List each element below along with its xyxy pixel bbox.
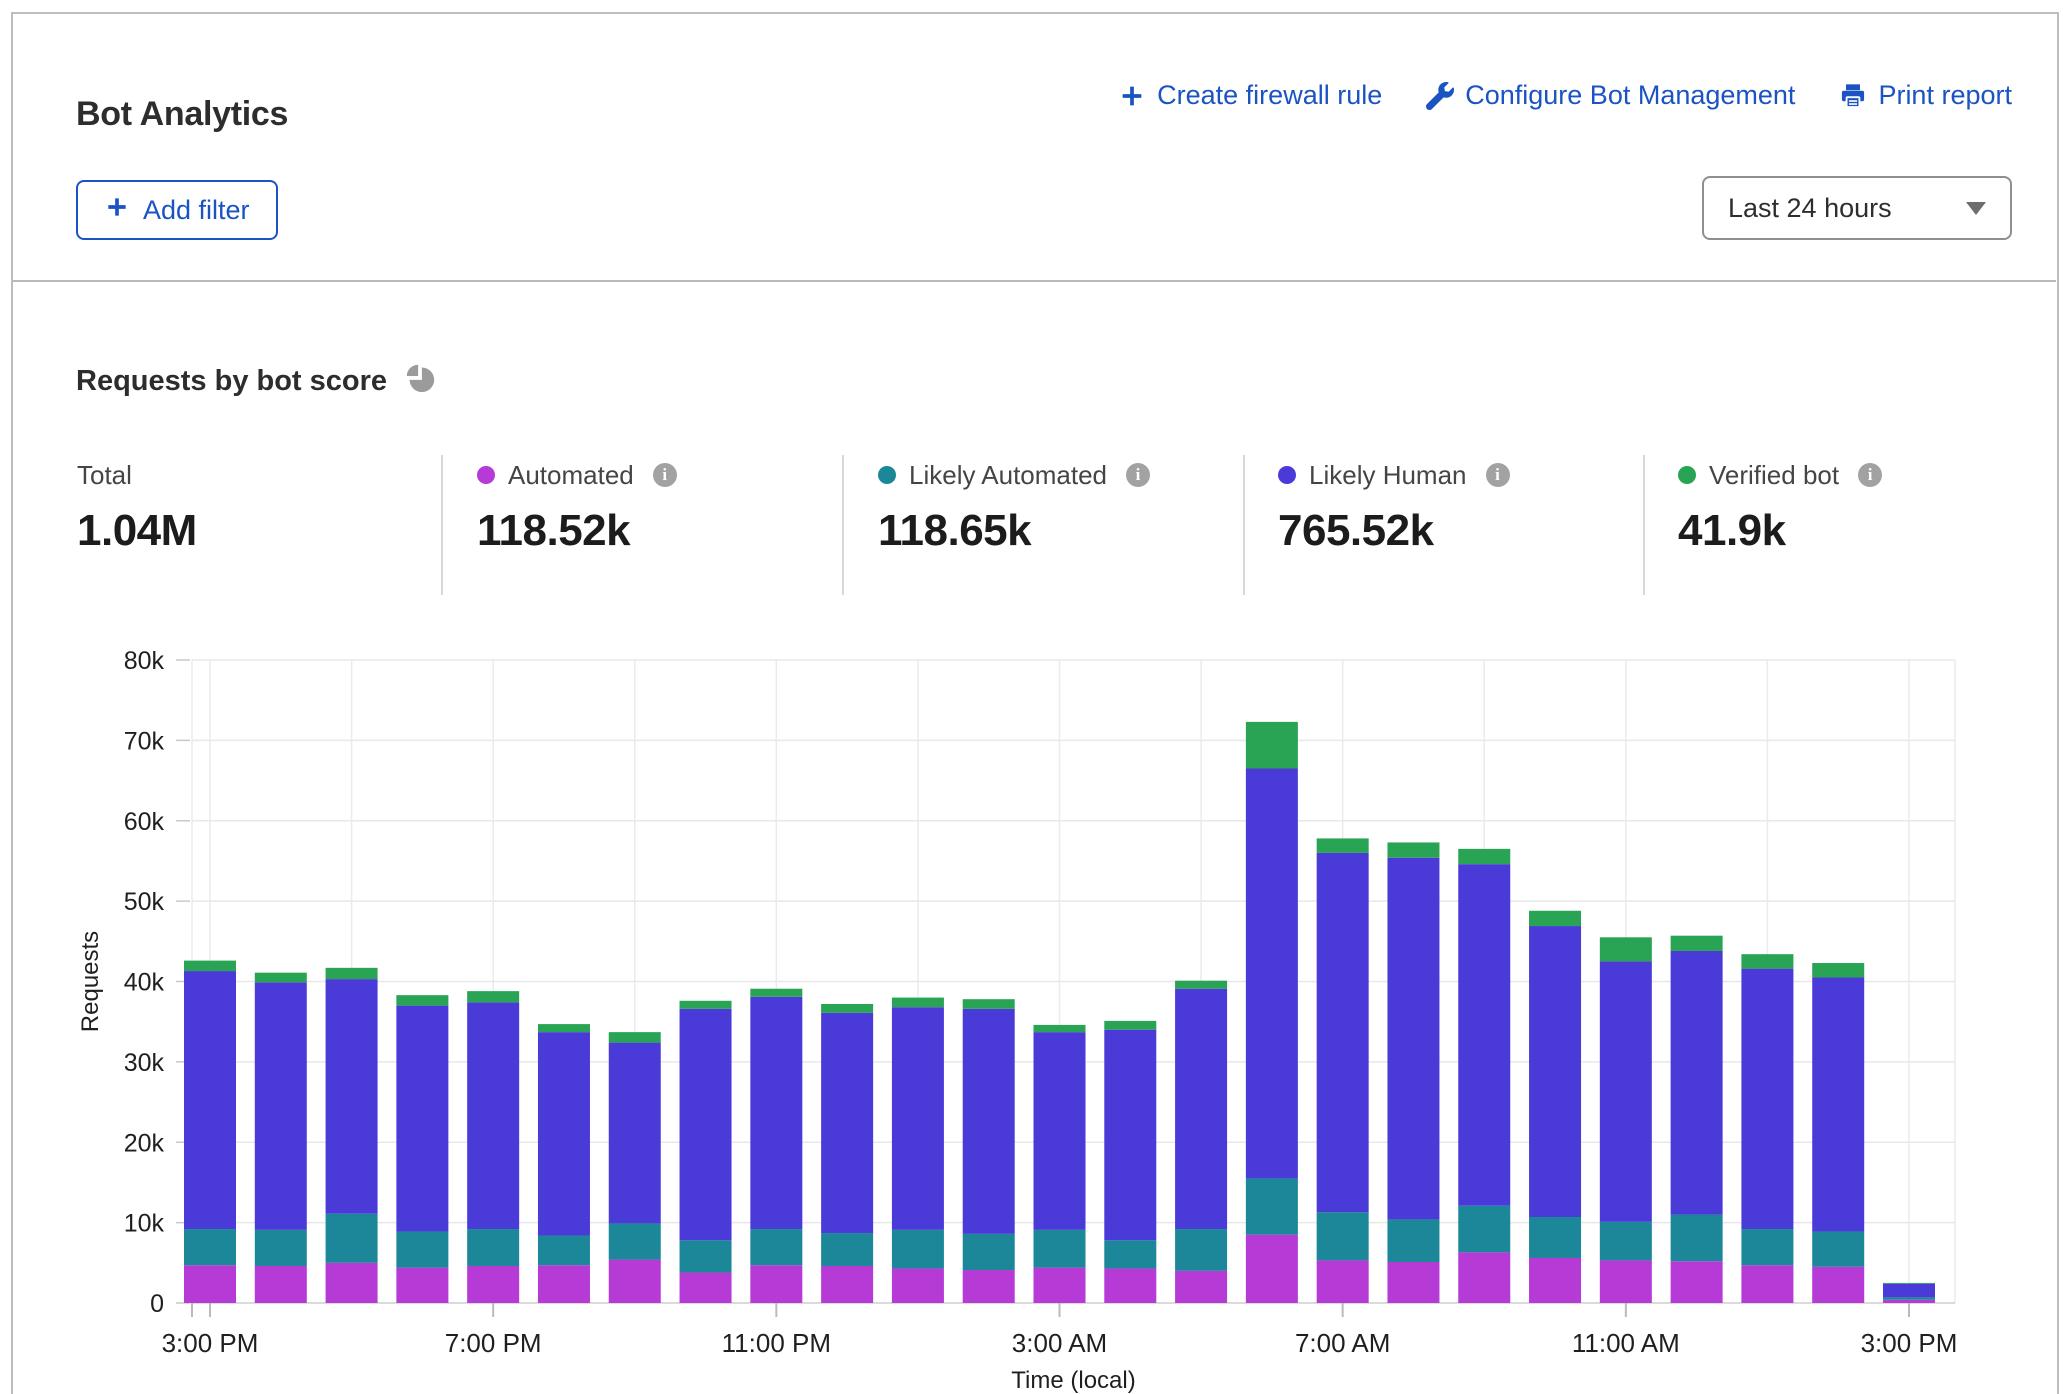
svg-text:7:00 PM: 7:00 PM xyxy=(445,1328,542,1358)
stat-divider xyxy=(1243,455,1245,595)
info-icon[interactable]: i xyxy=(1486,463,1510,487)
stat-verified-bot-value: 41.9k xyxy=(1678,506,2038,556)
svg-text:50k: 50k xyxy=(124,888,165,916)
configure-bot-management-label: Configure Bot Management xyxy=(1465,80,1795,111)
print-report-label: Print report xyxy=(1878,80,2012,111)
svg-text:11:00 AM: 11:00 AM xyxy=(1572,1328,1680,1358)
create-firewall-rule-label: Create firewall rule xyxy=(1157,80,1382,111)
stat-automated-label: Automated xyxy=(508,460,634,491)
add-filter-button[interactable]: Add filter xyxy=(76,180,278,240)
svg-text:3:00 PM: 3:00 PM xyxy=(1861,1328,1958,1358)
time-range-value: Last 24 hours xyxy=(1728,193,1892,224)
pie-chart-icon xyxy=(403,360,437,402)
bot-score-chart[interactable]: 0 10k 20k 30k 40k 50k 60k 70k 80k 3:00 PM 7:00 PM 1… xyxy=(0,620,2070,1394)
stat-likely-automated-value: 118.65k xyxy=(878,506,1238,556)
plus-icon xyxy=(104,194,130,227)
configure-bot-management-link[interactable]: Configure Bot Management xyxy=(1426,80,1795,111)
svg-text:80k: 80k xyxy=(124,647,165,675)
svg-text:3:00 AM: 3:00 AM xyxy=(1012,1328,1107,1358)
stat-likely-human: Likely Human i 765.52k xyxy=(1278,458,1638,556)
stat-divider xyxy=(441,455,443,595)
svg-text:20k: 20k xyxy=(124,1129,165,1157)
likely-automated-dot xyxy=(878,466,896,484)
stat-automated: Automated i 118.52k xyxy=(477,458,837,556)
page-title: Bot Analytics xyxy=(76,95,288,134)
plus-icon xyxy=(1118,82,1146,110)
stat-likely-automated: Likely Automated i 118.65k xyxy=(878,458,1238,556)
stat-divider xyxy=(842,455,844,595)
add-filter-label: Add filter xyxy=(143,195,250,226)
svg-text:60k: 60k xyxy=(124,808,165,836)
header-divider xyxy=(12,280,2056,282)
info-icon[interactable]: i xyxy=(1126,463,1150,487)
likely-human-dot xyxy=(1278,466,1296,484)
print-report-link[interactable]: Print report xyxy=(1839,80,2012,111)
stat-verified-bot-label: Verified bot xyxy=(1709,460,1839,491)
verified-bot-dot xyxy=(1678,466,1696,484)
svg-text:3:00 PM: 3:00 PM xyxy=(162,1328,259,1358)
stat-divider xyxy=(1643,455,1645,595)
section-heading-label: Requests by bot score xyxy=(76,365,387,398)
svg-text:70k: 70k xyxy=(124,727,165,755)
info-icon[interactable]: i xyxy=(653,463,677,487)
stat-automated-value: 118.52k xyxy=(477,506,837,556)
time-range-dropdown[interactable]: Last 24 hours xyxy=(1702,176,2012,240)
stat-likely-human-label: Likely Human xyxy=(1309,460,1467,491)
create-firewall-rule-link[interactable]: Create firewall rule xyxy=(1118,80,1382,111)
svg-text:7:00 AM: 7:00 AM xyxy=(1295,1328,1390,1358)
svg-text:Time (local): Time (local) xyxy=(1011,1367,1135,1394)
stat-total-label: Total xyxy=(77,460,132,491)
stat-verified-bot: Verified bot i 41.9k xyxy=(1678,458,2038,556)
svg-text:40k: 40k xyxy=(124,969,165,997)
svg-text:0: 0 xyxy=(150,1290,164,1318)
stat-likely-automated-label: Likely Automated xyxy=(909,460,1107,491)
header-actions: Create firewall rule Configure Bot Manag… xyxy=(1118,80,2012,111)
automated-dot xyxy=(477,466,495,484)
svg-text:30k: 30k xyxy=(124,1049,165,1077)
svg-text:Requests: Requests xyxy=(77,931,104,1032)
svg-text:11:00 PM: 11:00 PM xyxy=(722,1328,831,1358)
wrench-icon xyxy=(1426,82,1454,110)
stat-likely-human-value: 765.52k xyxy=(1278,506,1638,556)
stat-total-value: 1.04M xyxy=(77,506,437,556)
chevron-down-icon xyxy=(1966,202,1986,215)
printer-icon xyxy=(1839,82,1867,110)
info-icon[interactable]: i xyxy=(1858,463,1882,487)
section-heading: Requests by bot score xyxy=(76,360,437,402)
stat-total: Total 1.04M xyxy=(77,458,437,556)
svg-text:10k: 10k xyxy=(124,1210,165,1238)
